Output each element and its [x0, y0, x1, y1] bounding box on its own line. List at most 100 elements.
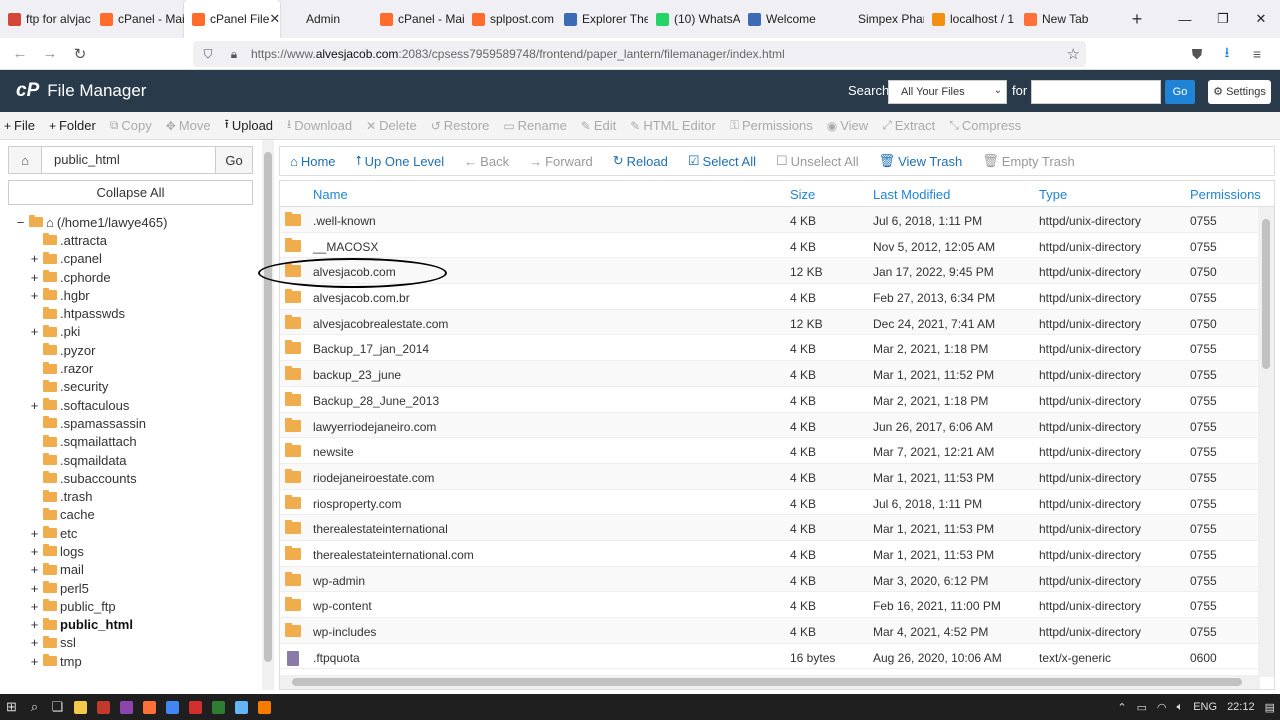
expand-icon[interactable]: +	[28, 654, 41, 669]
view-button[interactable]: ◉ View	[827, 118, 868, 133]
restore-button[interactable]: ↺ Restore	[431, 118, 490, 133]
tree-item[interactable]: + public_html	[14, 616, 254, 634]
table-row[interactable]: __MACOSX 4 KB Nov 5, 2012, 12:05 AM httpd/u…	[280, 233, 1274, 259]
tree-item[interactable]: .attracta	[14, 231, 254, 249]
browser-tab[interactable]: splpost.com	[464, 0, 556, 38]
chevron-up-icon[interactable]: ⌃	[1117, 701, 1126, 714]
volume-icon[interactable]: 🔈︎	[1177, 701, 1184, 714]
tree-item[interactable]: .trash	[14, 487, 254, 505]
tree-item[interactable]: .pyzor	[14, 341, 254, 359]
notification-icon[interactable]: ▤	[1265, 701, 1275, 714]
tree-item[interactable]: cache	[14, 506, 254, 524]
taskbar-app-icon[interactable]	[161, 694, 184, 720]
tree-item[interactable]: − ⌂ (/home1/lawye465)	[14, 213, 254, 231]
new-tab-icon[interactable]: +	[1122, 9, 1152, 30]
tree-item[interactable]: + ssl	[14, 634, 254, 652]
battery-icon[interactable]: ▭	[1137, 701, 1147, 714]
path-go-button[interactable]: Go	[215, 147, 252, 173]
scroll-thumb[interactable]	[292, 678, 1242, 686]
collapse-icon[interactable]: −	[14, 215, 27, 230]
collapse-all-button[interactable]: Collapse All	[8, 180, 253, 205]
search-scope-select[interactable]: All Your Files ⌄	[888, 80, 1007, 104]
tree-item[interactable]: + etc	[14, 524, 254, 542]
taskbar-app-icon[interactable]	[207, 694, 230, 720]
downloads-icon[interactable]: ⭳	[1212, 42, 1242, 66]
clock[interactable]: 22:12	[1227, 701, 1255, 713]
tab-close-icon[interactable]: ✕	[269, 11, 280, 27]
minimize-icon[interactable]: —	[1166, 0, 1204, 38]
delete-button[interactable]: ✕ Delete	[366, 118, 417, 133]
expand-icon[interactable]: +	[28, 251, 41, 266]
expand-icon[interactable]: +	[28, 398, 41, 413]
expand-icon[interactable]: +	[28, 526, 41, 541]
tree-item[interactable]: .sqmailattach	[14, 433, 254, 451]
browser-tab[interactable]: Explorer The	[556, 0, 648, 38]
expand-icon[interactable]: +	[28, 562, 41, 577]
search-icon[interactable]: ⌕	[23, 694, 46, 720]
tree-item[interactable]: .spamassassin	[14, 414, 254, 432]
reload-icon[interactable]: ↻	[65, 45, 95, 63]
tree-item[interactable]: + .softaculous	[14, 396, 254, 414]
back-icon[interactable]: ←	[5, 45, 35, 62]
tree-item[interactable]: .sqmaildata	[14, 451, 254, 469]
col-type[interactable]: Type	[1039, 187, 1067, 202]
edit-button[interactable]: ✎ Edit	[581, 118, 616, 133]
empty-trash-button[interactable]: 🗑 Empty Trash	[982, 153, 1074, 169]
browser-tab[interactable]: cPanel File ✕	[184, 0, 280, 38]
taskbar-app-icon[interactable]	[115, 694, 138, 720]
browser-tab[interactable]: cPanel - Mai	[372, 0, 464, 38]
table-vertical-scrollbar[interactable]	[1258, 207, 1274, 677]
taskbar-app-icon[interactable]	[92, 694, 115, 720]
home-icon[interactable]: ⌂	[9, 147, 42, 173]
table-row[interactable]: wp-content 4 KB Feb 16, 2021, 11:00 PM http…	[280, 592, 1274, 618]
taskbar-app-icon[interactable]	[138, 694, 161, 720]
expand-icon[interactable]: +	[28, 324, 41, 339]
compress-button[interactable]: ⤡ Compress	[949, 118, 1021, 133]
url-bar[interactable]: ⛉ 🔒︎ https://www.alvesjacob.com:2083/cps…	[193, 41, 1086, 67]
table-row[interactable]: backup_23_june 4 KB Mar 1, 2021, 11:52 PM h…	[280, 361, 1274, 387]
cpanel-logo[interactable]: cP	[16, 80, 39, 102]
wifi-icon[interactable]: ◠	[1157, 701, 1167, 714]
folder-button[interactable]: + Folder	[49, 118, 96, 133]
table-row[interactable]: .well-known 4 KB Jul 6, 2018, 1:11 PM httpd…	[280, 207, 1274, 233]
tree-item[interactable]: .security	[14, 378, 254, 396]
extract-button[interactable]: ⤢ Extract	[882, 118, 935, 133]
unselect-all-button[interactable]: ☐ Unselect All	[776, 153, 859, 169]
file-button[interactable]: + File	[4, 118, 35, 133]
browser-tab[interactable]: Admin	[280, 0, 372, 38]
table-row[interactable]: alvesjacob.com 12 KB Jan 17, 2022, 9:45 PM…	[280, 258, 1274, 285]
browser-tab[interactable]: (10) WhatsAp	[648, 0, 740, 38]
search-input[interactable]	[1031, 80, 1161, 104]
search-go-button[interactable]: Go	[1165, 80, 1195, 104]
left-scrollbar[interactable]	[262, 140, 274, 690]
view-trash-button[interactable]: 🗑 View Trash	[879, 153, 963, 169]
expand-icon[interactable]: +	[28, 581, 41, 596]
scroll-thumb[interactable]	[264, 152, 272, 662]
browser-tab[interactable]: localhost / 1	[924, 0, 1016, 38]
col-name[interactable]: Name	[313, 187, 348, 202]
taskbar-app-icon[interactable]	[253, 694, 276, 720]
table-row[interactable]: Backup_28_June_2013 4 KB Mar 2, 2021, 1:18…	[280, 387, 1274, 413]
table-row[interactable]: therealestateinternational.com 4 KB Mar 1,…	[280, 541, 1274, 567]
windows-start-icon[interactable]: ⊞	[0, 694, 23, 720]
tree-item[interactable]: + .cpanel	[14, 250, 254, 268]
menu-icon[interactable]: ≡	[1242, 46, 1272, 62]
browser-tab[interactable]: Simpex Pharma	[832, 0, 924, 38]
copy-button[interactable]: ⧉ Copy	[110, 118, 152, 133]
table-row[interactable]: lawyerriodejaneiro.com 4 KB Jun 26, 2017, …	[280, 412, 1274, 439]
permissions-button[interactable]: ⚿ Permissions	[730, 118, 813, 133]
bookmark-star-icon[interactable]: ☆	[1067, 45, 1080, 63]
path-input[interactable]: public_html	[42, 147, 215, 173]
expand-icon[interactable]: +	[28, 288, 41, 303]
table-row[interactable]: wp-admin 4 KB Mar 3, 2020, 6:12 PM httpd/un…	[280, 566, 1274, 593]
browser-tab[interactable]: Welcome	[740, 0, 832, 38]
upload-button[interactable]: ⭱ Upload	[225, 115, 273, 136]
restore-icon[interactable]: ❐	[1204, 0, 1242, 38]
taskbar-app-icon[interactable]	[69, 694, 92, 720]
move-button[interactable]: ✥ Move	[166, 118, 211, 133]
scroll-thumb[interactable]	[1262, 219, 1270, 369]
table-row[interactable]: .ftpquota 16 bytes Aug 26, 2020, 10:06 AM t…	[280, 644, 1274, 670]
expand-icon[interactable]: +	[28, 270, 41, 285]
tree-item[interactable]: .razor	[14, 359, 254, 377]
expand-icon[interactable]: +	[28, 544, 41, 559]
